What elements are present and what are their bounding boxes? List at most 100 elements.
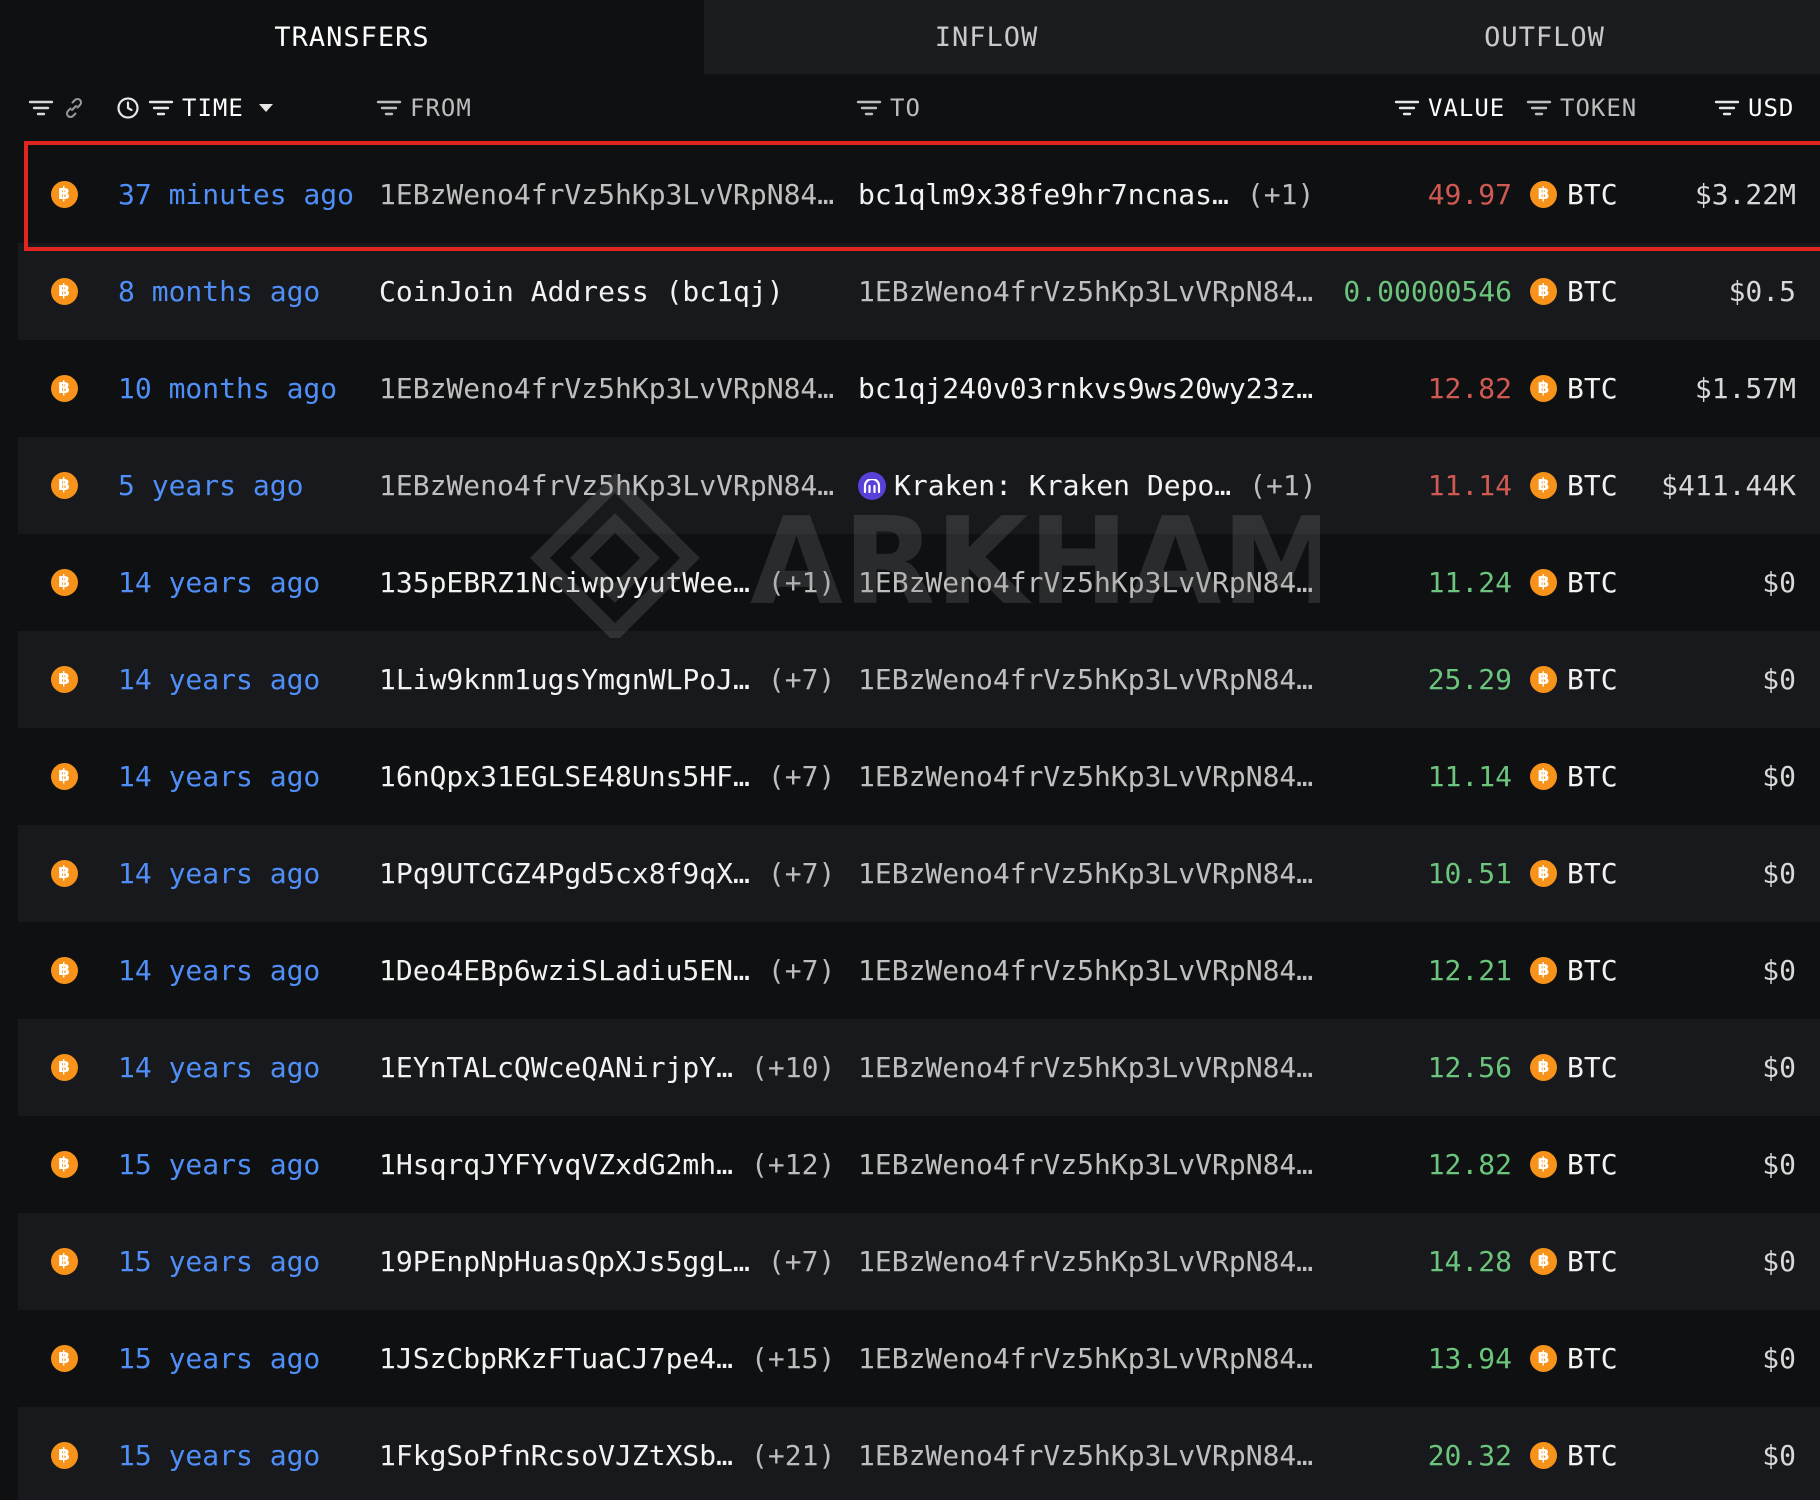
filter-icon[interactable] <box>1394 98 1420 118</box>
time-link[interactable]: 14 years ago <box>118 922 320 1019</box>
time-link[interactable]: 15 years ago <box>118 1310 320 1407</box>
from-extra-count[interactable]: (+7) <box>768 663 835 696</box>
from-address[interactable]: 1Deo4EBp6wziSLadiu5EN… <box>379 954 750 987</box>
from-extra-count[interactable]: (+1) <box>768 566 835 599</box>
to-address[interactable]: 1EBzWeno4frVz5hKp3LvVRpN84… <box>858 1439 1313 1472</box>
time-link[interactable]: 15 years ago <box>118 1407 320 1500</box>
time-link[interactable]: 14 years ago <box>118 825 320 922</box>
to-address[interactable]: 1EBzWeno4frVz5hKp3LvVRpN84… <box>858 1051 1313 1084</box>
header-time[interactable]: TIME <box>116 74 282 142</box>
from-extra-count[interactable]: (+7) <box>768 857 835 890</box>
table-row[interactable]: ฿ 14 years ago 135pEBRZ1NciwpyyutWee… (+1) 1… <box>18 534 1820 631</box>
from-extra-count[interactable]: (+12) <box>751 1148 835 1181</box>
tab-inflow[interactable]: INFLOW <box>704 0 1269 74</box>
token-cell[interactable]: ฿ BTC <box>1530 146 1618 243</box>
time-link[interactable]: 14 years ago <box>118 631 320 728</box>
token-cell[interactable]: ฿ BTC <box>1530 1407 1618 1500</box>
filter-icon[interactable] <box>28 98 54 118</box>
table-row[interactable]: ฿ 15 years ago 1HsqrqJYFYvqVZxdG2mh… (+12) 1… <box>18 1116 1820 1213</box>
link-icon[interactable] <box>62 96 86 120</box>
table-row[interactable]: ฿ 14 years ago 1Deo4EBp6wziSLadiu5EN… (+7) 1… <box>18 922 1820 1019</box>
from-address[interactable]: 1Pq9UTCGZ4Pgd5cx8f9qX… <box>379 857 750 890</box>
from-address[interactable]: 1EBzWeno4frVz5hKp3LvVRpN84… <box>379 469 834 502</box>
token-cell[interactable]: ฿ BTC <box>1530 1116 1618 1213</box>
header-to[interactable]: TO <box>856 74 921 142</box>
token-cell[interactable]: ฿ BTC <box>1530 243 1618 340</box>
tab-transfers[interactable]: TRANSFERS <box>0 0 704 74</box>
table-row[interactable]: ฿ 10 months ago 1EBzWeno4frVz5hKp3LvVRpN84… <box>18 340 1820 437</box>
from-address[interactable]: 16nQpx31EGLSE48Uns5HF… <box>379 760 750 793</box>
time-link[interactable]: 15 years ago <box>118 1213 320 1310</box>
table-row[interactable]: ฿ 37 minutes ago 1EBzWeno4frVz5hKp3LvVRpN8… <box>18 146 1820 243</box>
from-extra-count[interactable]: (+7) <box>768 954 835 987</box>
token-cell[interactable]: ฿ BTC <box>1530 1019 1618 1116</box>
table-row[interactable]: ฿ 15 years ago 1FkgSoPfnRcsoVJZtXSb… (+21) 1… <box>18 1407 1820 1500</box>
table-row[interactable]: ฿ 5 years ago 1EBzWeno4frVz5hKp3LvVRpN84… K… <box>18 437 1820 534</box>
to-extra-count[interactable]: (+1) <box>1249 469 1316 502</box>
from-address[interactable]: 1Liw9knm1ugsYmgnWLPoJ… <box>379 663 750 696</box>
time-link[interactable]: 10 months ago <box>118 340 337 437</box>
token-cell[interactable]: ฿ BTC <box>1530 728 1618 825</box>
token-cell[interactable]: ฿ BTC <box>1530 825 1618 922</box>
from-extra-count[interactable]: (+15) <box>751 1342 835 1375</box>
from-address[interactable]: 1FkgSoPfnRcsoVJZtXSb… <box>379 1439 733 1472</box>
header-token[interactable]: TOKEN <box>1526 74 1637 142</box>
from-address[interactable]: 1EYnTALcQWceQANirjpY… <box>379 1051 733 1084</box>
to-address[interactable]: 1EBzWeno4frVz5hKp3LvVRpN84… <box>858 857 1313 890</box>
time-link[interactable]: 8 months ago <box>118 243 320 340</box>
to-address[interactable]: Kraken: Kraken Depo… <box>894 469 1231 502</box>
to-address[interactable]: 1EBzWeno4frVz5hKp3LvVRpN84… <box>858 1245 1313 1278</box>
from-address[interactable]: 1EBzWeno4frVz5hKp3LvVRpN84… <box>379 372 834 405</box>
token-cell[interactable]: ฿ BTC <box>1530 437 1618 534</box>
table-row[interactable]: ฿ 15 years ago 1JSzCbpRKzFTuaCJ7pe4… (+15) 1… <box>18 1310 1820 1407</box>
filter-icon[interactable] <box>376 98 402 118</box>
table-row[interactable]: ฿ 14 years ago 1Liw9knm1ugsYmgnWLPoJ… (+7) 1… <box>18 631 1820 728</box>
from-extra-count[interactable]: (+21) <box>751 1439 835 1472</box>
token-cell[interactable]: ฿ BTC <box>1530 534 1618 631</box>
header-from[interactable]: FROM <box>376 74 472 142</box>
from-extra-count[interactable]: (+7) <box>768 760 835 793</box>
to-address[interactable]: bc1qlm9x38fe9hr7ncnas… <box>858 178 1229 211</box>
table-row[interactable]: ฿ 14 years ago 1EYnTALcQWceQANirjpY… (+10) 1… <box>18 1019 1820 1116</box>
from-address[interactable]: 1HsqrqJYFYvqVZxdG2mh… <box>379 1148 733 1181</box>
table-row[interactable]: ฿ 15 years ago 19PEnpNpHuasQpXJs5ggL… (+7) 1… <box>18 1213 1820 1310</box>
time-link[interactable]: 14 years ago <box>118 1019 320 1116</box>
to-extra-count[interactable]: (+1) <box>1247 178 1314 211</box>
time-link[interactable]: 14 years ago <box>118 728 320 825</box>
to-address[interactable]: 1EBzWeno4frVz5hKp3LvVRpN84… <box>858 1342 1313 1375</box>
header-usd[interactable]: USD <box>1714 74 1794 142</box>
time-link[interactable]: 14 years ago <box>118 534 320 631</box>
filter-icon[interactable] <box>148 98 174 118</box>
time-link[interactable]: 15 years ago <box>118 1116 320 1213</box>
from-extra-count[interactable]: (+10) <box>751 1051 835 1084</box>
filter-icon[interactable] <box>856 98 882 118</box>
from-address[interactable]: 19PEnpNpHuasQpXJs5ggL… <box>379 1245 750 1278</box>
from-address[interactable]: 135pEBRZ1NciwpyyutWee… <box>379 566 750 599</box>
token-cell[interactable]: ฿ BTC <box>1530 631 1618 728</box>
token-cell[interactable]: ฿ BTC <box>1530 1310 1618 1407</box>
tab-outflow[interactable]: OUTFLOW <box>1269 0 1820 74</box>
token-cell[interactable]: ฿ BTC <box>1530 922 1618 1019</box>
to-address[interactable]: bc1qj240v03rnkvs9ws20wy23z… <box>858 372 1313 405</box>
clock-icon[interactable] <box>116 96 140 120</box>
filter-icon[interactable] <box>1526 98 1552 118</box>
time-link[interactable]: 5 years ago <box>118 437 303 534</box>
time-link[interactable]: 37 minutes ago <box>118 146 354 243</box>
sort-desc-icon[interactable] <box>258 102 274 114</box>
to-address[interactable]: 1EBzWeno4frVz5hKp3LvVRpN84… <box>858 954 1313 987</box>
table-row[interactable]: ฿ 14 years ago 16nQpx31EGLSE48Uns5HF… (+7) 1… <box>18 728 1820 825</box>
token-cell[interactable]: ฿ BTC <box>1530 340 1618 437</box>
to-address[interactable]: 1EBzWeno4frVz5hKp3LvVRpN84… <box>858 1148 1313 1181</box>
from-address[interactable]: CoinJoin Address (bc1qj) <box>379 275 784 308</box>
filter-icon[interactable] <box>1714 98 1740 118</box>
to-address[interactable]: 1EBzWeno4frVz5hKp3LvVRpN84… <box>858 275 1313 308</box>
to-address[interactable]: 1EBzWeno4frVz5hKp3LvVRpN84… <box>858 663 1313 696</box>
token-cell[interactable]: ฿ BTC <box>1530 1213 1618 1310</box>
from-address[interactable]: 1EBzWeno4frVz5hKp3LvVRpN84… <box>379 178 834 211</box>
header-value[interactable]: VALUE <box>1394 74 1505 142</box>
from-extra-count[interactable]: (+7) <box>768 1245 835 1278</box>
table-row[interactable]: ฿ 14 years ago 1Pq9UTCGZ4Pgd5cx8f9qX… (+7) 1… <box>18 825 1820 922</box>
from-address[interactable]: 1JSzCbpRKzFTuaCJ7pe4… <box>379 1342 733 1375</box>
to-address[interactable]: 1EBzWeno4frVz5hKp3LvVRpN84… <box>858 566 1313 599</box>
table-row[interactable]: ฿ 8 months ago CoinJoin Address (bc1qj) 1EB… <box>18 243 1820 340</box>
